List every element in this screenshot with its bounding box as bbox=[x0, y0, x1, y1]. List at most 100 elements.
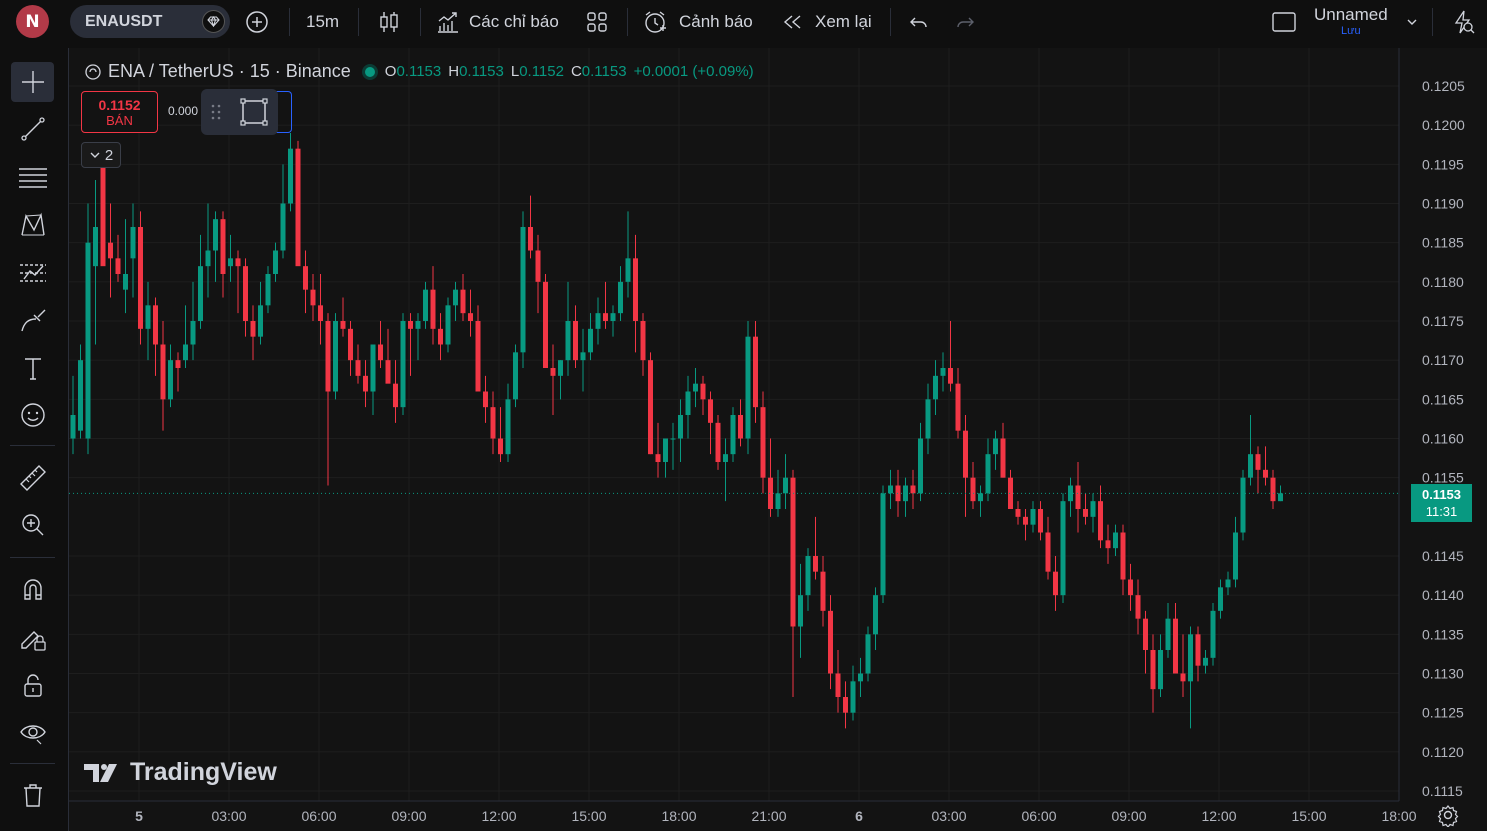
candle-body bbox=[655, 454, 661, 462]
sell-button[interactable]: 0.1152 BÁN bbox=[81, 91, 158, 133]
toolbar-divider bbox=[420, 8, 421, 36]
candle-body bbox=[423, 289, 428, 321]
redo-button[interactable] bbox=[953, 0, 977, 44]
candle-body bbox=[918, 438, 923, 494]
lock-drawing-icon bbox=[20, 631, 46, 651]
price-tick-label: 0.1115 bbox=[1422, 783, 1463, 799]
price-tick-label: 0.1120 bbox=[1422, 744, 1464, 760]
time-tick-label: 6 bbox=[855, 808, 863, 824]
undo-button[interactable] bbox=[907, 0, 931, 44]
select-box-icon[interactable] bbox=[238, 96, 270, 128]
indicators-button[interactable]: Các chỉ báo bbox=[435, 0, 559, 44]
save-status[interactable]: Lưu bbox=[1341, 25, 1361, 37]
lock-all-tool[interactable] bbox=[11, 665, 54, 705]
candle-body bbox=[730, 415, 736, 455]
candle-body bbox=[340, 321, 346, 329]
forecast-tool[interactable] bbox=[11, 253, 54, 293]
text-tool[interactable] bbox=[11, 348, 54, 388]
candle-body bbox=[243, 266, 248, 321]
chart-pane[interactable]: 0.1205 0.1200 0.1195 0.1190 0.1185 0.1180 0.11… bbox=[68, 48, 1487, 831]
candle-body bbox=[258, 305, 263, 337]
candle-body bbox=[535, 250, 541, 282]
layout-name[interactable]: Unnamed bbox=[1314, 5, 1388, 25]
candle-body bbox=[393, 383, 398, 408]
quick-search-button[interactable] bbox=[1450, 0, 1476, 44]
collapse-indicators-button[interactable]: 2 bbox=[81, 142, 121, 168]
price-tick-label: 0.1200 bbox=[1422, 117, 1465, 133]
price-tick-label: 0.1175 bbox=[1422, 313, 1464, 329]
magnet-tool[interactable] bbox=[11, 569, 54, 609]
price-tick-label: 0.1140 bbox=[1422, 587, 1464, 603]
price-chart[interactable]: 0.1205 0.1200 0.1195 0.1190 0.1185 0.1180 0.11… bbox=[69, 48, 1487, 831]
price-tick-label: 0.1190 bbox=[1422, 196, 1464, 212]
candle-body bbox=[873, 595, 878, 635]
candle-body bbox=[850, 681, 856, 713]
candle-body bbox=[318, 305, 323, 321]
candle-body bbox=[190, 321, 196, 345]
candle-body bbox=[888, 485, 893, 494]
candle-body bbox=[1240, 477, 1246, 533]
candle-body bbox=[198, 266, 203, 321]
candle-body bbox=[1150, 650, 1156, 690]
add-symbol-button[interactable] bbox=[244, 0, 270, 44]
pattern-tool[interactable] bbox=[11, 205, 54, 245]
candle-body bbox=[273, 250, 278, 274]
drag-handle-icon[interactable] bbox=[208, 100, 224, 124]
remove-drawings-tool[interactable] bbox=[11, 775, 54, 815]
candle-body bbox=[1188, 634, 1193, 682]
candle-body bbox=[1173, 618, 1178, 674]
layout-menu-button[interactable] bbox=[1405, 0, 1419, 44]
spread-value: 0.000 bbox=[168, 104, 199, 118]
candle-body bbox=[573, 321, 578, 361]
trash-icon bbox=[23, 784, 42, 807]
symbol-search-button[interactable]: ENAUSDT bbox=[70, 5, 230, 38]
candle-body bbox=[738, 415, 743, 439]
candle-body bbox=[250, 321, 256, 337]
redo-icon bbox=[957, 17, 974, 28]
layout-checkbox[interactable] bbox=[1271, 0, 1297, 44]
hide-tool[interactable] bbox=[11, 712, 54, 752]
candle-body bbox=[648, 360, 653, 455]
candle-body bbox=[880, 493, 886, 596]
market-status-dot[interactable] bbox=[364, 66, 375, 77]
candle-body bbox=[580, 352, 586, 361]
alerts-button[interactable]: Cảnh báo bbox=[643, 0, 753, 44]
legend-close: C0.1153 bbox=[570, 63, 627, 80]
price-tick-label: 0.1195 bbox=[1422, 156, 1464, 172]
floating-toolbar[interactable] bbox=[201, 89, 278, 135]
time-tick-label: 09:00 bbox=[391, 808, 426, 824]
user-avatar[interactable]: N bbox=[16, 5, 49, 38]
time-tick-label: 03:00 bbox=[931, 808, 966, 824]
candle-body bbox=[1008, 477, 1013, 509]
toolbar-divider bbox=[358, 8, 359, 36]
candle-body bbox=[820, 571, 826, 611]
replay-button[interactable]: Xem lại bbox=[781, 0, 872, 44]
candle-body bbox=[310, 289, 316, 306]
brush-tool[interactable] bbox=[11, 301, 54, 341]
trendline-tool[interactable] bbox=[11, 109, 54, 149]
tradingview-logo[interactable]: TradingView bbox=[84, 758, 277, 787]
zoom-tool[interactable] bbox=[11, 505, 54, 545]
emoji-tool[interactable] bbox=[11, 395, 54, 435]
bar-countdown: 11:31 bbox=[1425, 504, 1458, 519]
plus-circle-icon bbox=[246, 11, 268, 33]
time-tick-label: 15:00 bbox=[1291, 808, 1326, 824]
candle-body bbox=[505, 399, 511, 455]
ruler-tool[interactable] bbox=[11, 458, 54, 498]
candle-body bbox=[1000, 438, 1006, 478]
gear-icon[interactable] bbox=[1436, 803, 1460, 827]
lock-drawing-tool[interactable] bbox=[11, 617, 54, 657]
fib-tool[interactable] bbox=[11, 157, 54, 197]
candle-body bbox=[985, 454, 991, 494]
time-tick-label: 5 bbox=[135, 808, 143, 824]
crosshair-tool[interactable] bbox=[11, 62, 54, 102]
candle-body bbox=[93, 227, 98, 267]
symbol-legend[interactable]: ENA / TetherUS · 15 · Binance O0.1153 H0… bbox=[84, 61, 761, 82]
interval-button[interactable]: 15m bbox=[306, 0, 339, 44]
templates-button[interactable] bbox=[585, 0, 609, 44]
buy-button[interactable] bbox=[276, 91, 292, 133]
candle-body bbox=[303, 266, 308, 290]
candle-body bbox=[1165, 618, 1171, 650]
chart-type-button[interactable] bbox=[377, 0, 401, 44]
candle-body bbox=[978, 493, 983, 502]
